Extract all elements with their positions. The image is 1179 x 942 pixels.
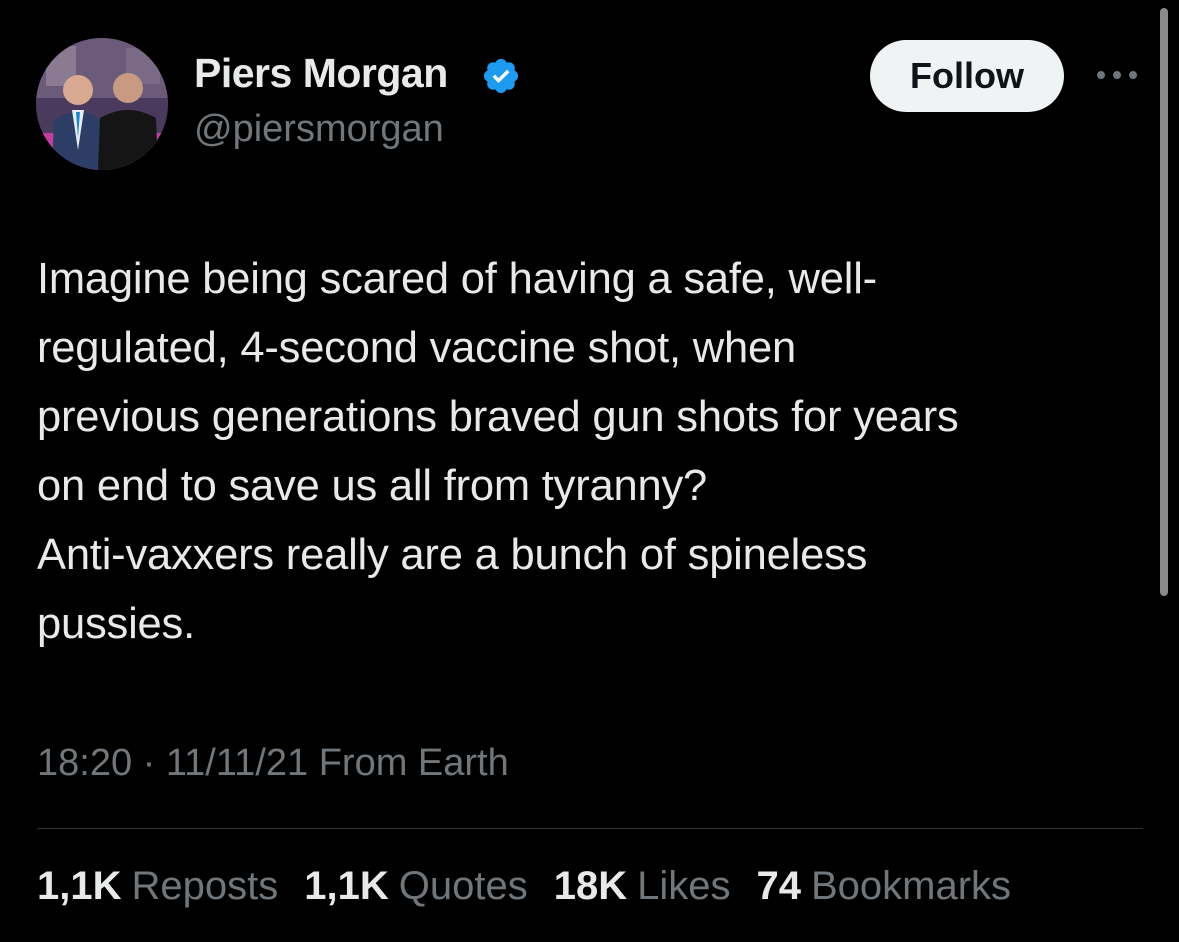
stat-value: 1,1K: [37, 864, 122, 908]
author-handle[interactable]: @piersmorgan: [194, 108, 444, 151]
tweet-line: pussies.: [37, 600, 195, 648]
divider: [37, 828, 1143, 829]
stat-value: 18K: [553, 864, 628, 908]
more-options-icon: [1097, 71, 1137, 79]
author-display-name[interactable]: Piers Morgan: [194, 50, 448, 97]
tweet-line: Imagine being scared of having a safe, w…: [37, 255, 877, 303]
scrollbar[interactable]: [1160, 8, 1168, 596]
stat-value: 74: [756, 864, 802, 908]
author-avatar[interactable]: [36, 38, 168, 170]
more-options-button[interactable]: [1094, 60, 1140, 90]
tweet-line: Anti-vaxxers really are a bunch of spine…: [37, 531, 868, 579]
follow-button[interactable]: Follow: [870, 40, 1064, 112]
tweet-timestamp[interactable]: 18:20 · 11/11/21 From Earth: [37, 742, 509, 785]
tweet-body: Imagine being scared of having a safe, w…: [37, 245, 1147, 659]
stat-quotes[interactable]: 1,1K Quotes: [304, 864, 527, 909]
stat-reposts[interactable]: 1,1K Reposts: [37, 864, 278, 909]
stat-label: Bookmarks: [811, 864, 1012, 908]
verified-badge-icon: [483, 58, 519, 94]
stat-likes[interactable]: 18K Likes: [554, 864, 731, 909]
profile-photo-icon: [36, 38, 168, 170]
engagement-stats: 1,1K Reposts 1,1K Quotes 18K Likes 74 Bookma…: [37, 864, 1037, 909]
stat-bookmarks[interactable]: 74 Bookmarks: [757, 864, 1012, 909]
tweet-page: Piers Morgan @piersmorgan Follow Imagine…: [0, 0, 1179, 942]
tweet-line: regulated, 4-second vaccine shot, when: [37, 324, 796, 372]
stat-label: Likes: [637, 864, 731, 908]
tweet-line: previous generations braved gun shots fo…: [37, 393, 959, 441]
stat-label: Reposts: [131, 864, 279, 908]
tweet-line: on end to save us all from tyranny?: [37, 462, 708, 510]
stat-label: Quotes: [398, 864, 528, 908]
stat-value: 1,1K: [304, 864, 389, 908]
